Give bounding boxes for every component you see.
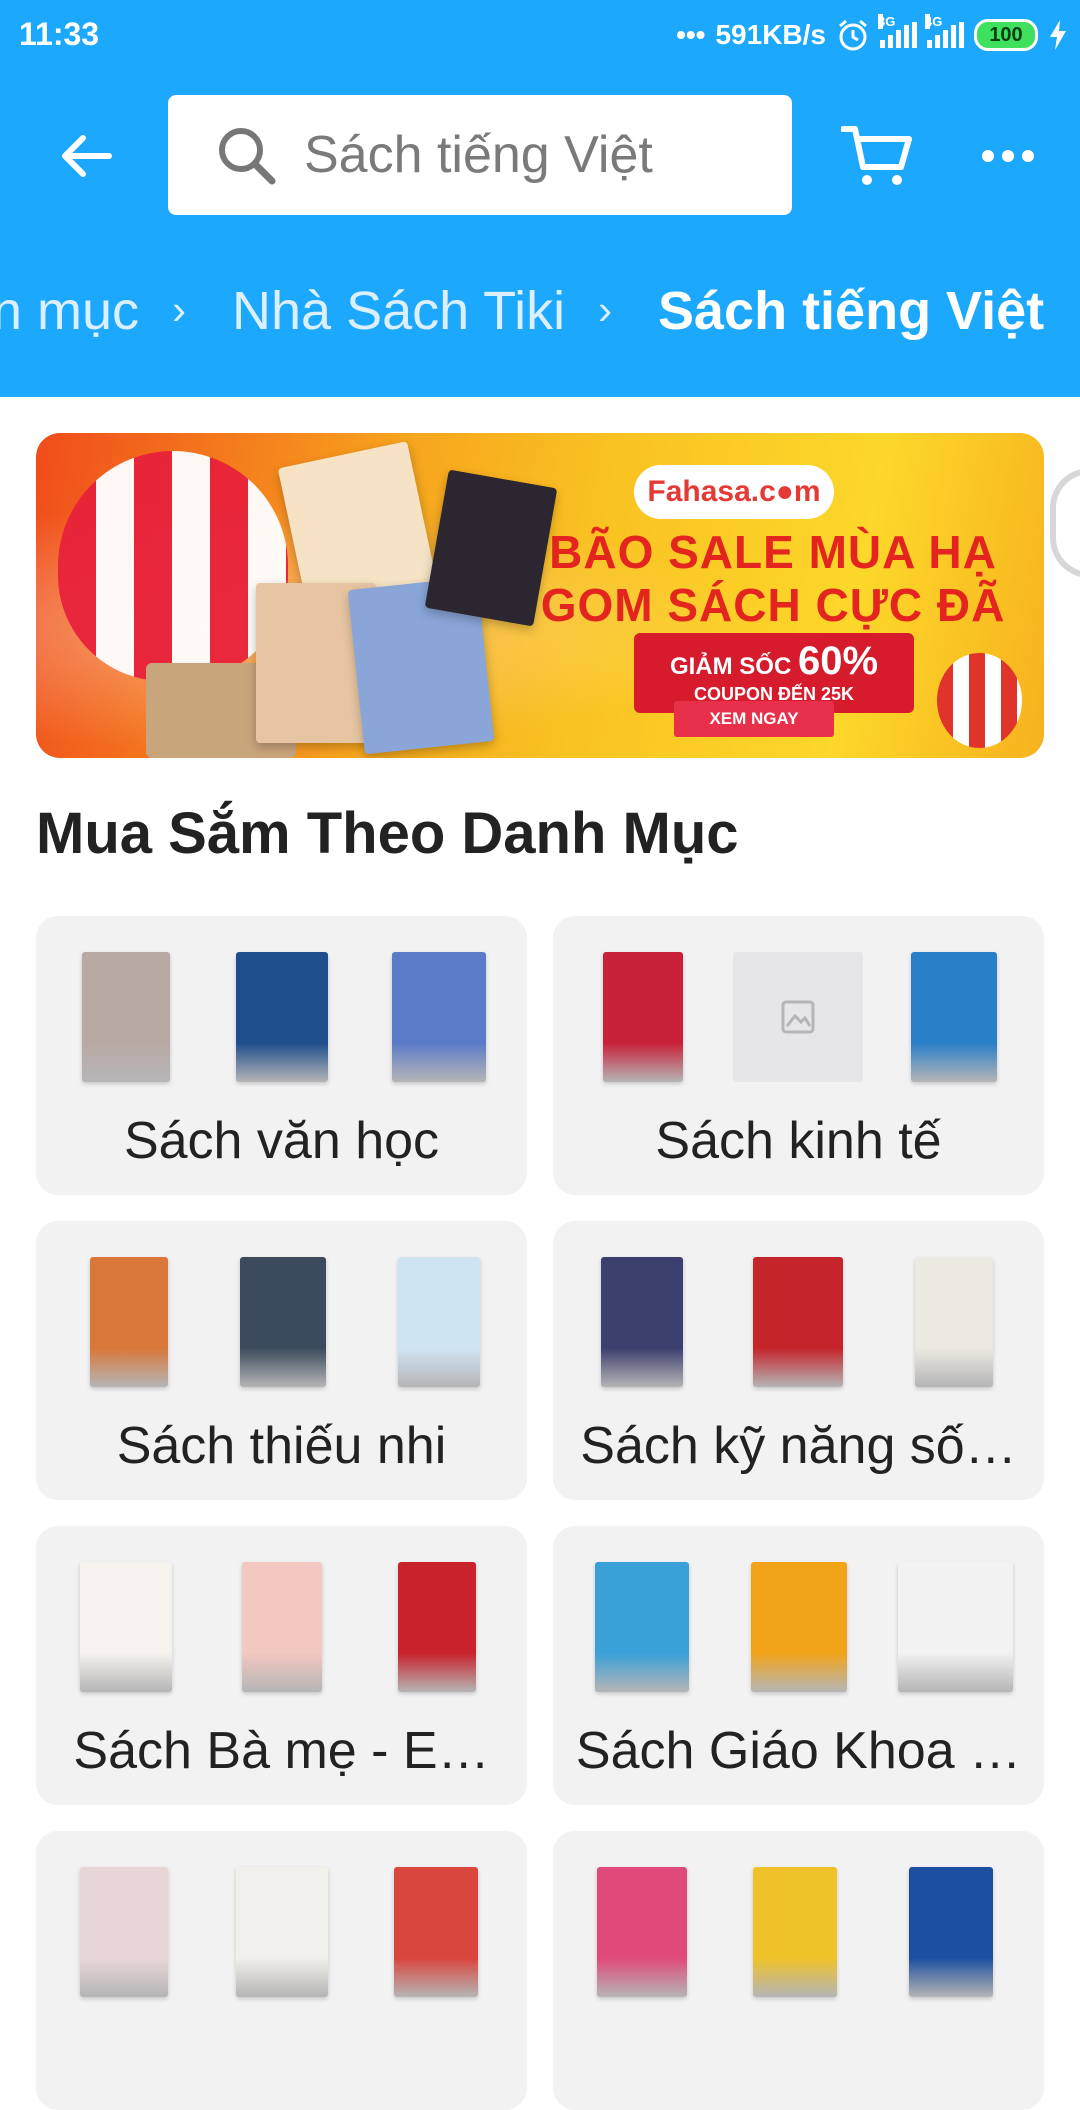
category-card[interactable] (36, 1831, 527, 2110)
category-card[interactable]: Sách kinh tế (553, 916, 1044, 1195)
discount-line: GIẢM SỐC 60% (634, 639, 914, 684)
promo-banner[interactable]: Fahasa.c●m BÃO SALE MÙA HẠ GOM SÁCH CỰC … (36, 433, 1044, 758)
charging-icon (1050, 20, 1066, 50)
book-thumbnail (911, 952, 997, 1082)
book-thumbnail (242, 1562, 322, 1692)
alarm-icon (839, 19, 867, 51)
category-card[interactable]: Sách văn học (36, 916, 527, 1195)
back-button[interactable] (44, 115, 126, 197)
book-thumbnail (753, 1257, 843, 1387)
book-thumbnail (898, 1562, 1013, 1692)
category-thumbs (36, 1257, 527, 1387)
category-label: Sách văn học (123, 1112, 440, 1170)
book-thumbnail (909, 1867, 993, 1997)
book-thumbnail (753, 1867, 837, 1997)
search-icon (206, 115, 286, 195)
more-horizontal-icon (982, 150, 1034, 162)
category-card[interactable]: Sách kỹ năng số… (553, 1221, 1044, 1500)
battery-icon: 100 (974, 19, 1038, 51)
book-thumbnail (240, 1257, 326, 1387)
book-thumbnail (595, 1562, 689, 1692)
cart-icon (841, 126, 912, 185)
category-label: Sách Giáo Khoa … (575, 1722, 1022, 1780)
search-input[interactable] (304, 125, 784, 185)
book-thumbnail (392, 952, 486, 1082)
book-thumbnail (90, 1257, 168, 1387)
category-thumbs (553, 1257, 1044, 1387)
book-thumbnail (597, 1867, 687, 1997)
book-thumbnail (80, 1562, 172, 1692)
book-thumbnail (398, 1257, 480, 1387)
category-thumbs (36, 1867, 527, 1997)
book-thumbnail (80, 1867, 168, 1997)
book-thumbnail (915, 1257, 993, 1387)
category-label: Sách kỹ năng số… (580, 1417, 1017, 1475)
chevron-right-icon: › (172, 286, 186, 333)
section-title: Mua Sắm Theo Danh Mục (36, 801, 739, 866)
category-label: Sách kinh tế (655, 1112, 942, 1170)
book-thumbnail (601, 1257, 683, 1387)
signal-4g-icon: 4G (925, 14, 964, 48)
book-thumbnail (603, 952, 683, 1082)
book-thumbnail (236, 952, 328, 1082)
category-thumbs (36, 1562, 527, 1692)
discount-value: 60% (797, 639, 879, 683)
category-thumbs (553, 952, 1044, 1082)
small-balloon-illustration (937, 653, 1022, 748)
chevron-right-icon: › (598, 286, 612, 333)
banner-cta-button[interactable]: XEM NGAY (674, 701, 834, 737)
app-header: 11:33 ••• 591KB/s 3G 4G 100 Sách tiếng V… (0, 0, 1080, 397)
status-bar: 11:33 ••• 591KB/s 3G 4G 100 (0, 0, 1080, 72)
category-card[interactable]: Sách thiếu nhi (36, 1221, 527, 1500)
status-time: 11:33 (19, 16, 100, 52)
net-speed: 591KB/s (715, 19, 826, 50)
brand-logo: Fahasa.c●m (634, 465, 834, 519)
toolbar (0, 95, 1080, 215)
image-placeholder-icon (733, 952, 863, 1082)
breadcrumb-item-tiki-bookstore[interactable]: Nhà Sách Tiki (232, 280, 565, 342)
category-card[interactable]: Sách Bà mẹ - E… (36, 1526, 527, 1805)
book-thumbnail (398, 1562, 476, 1692)
category-thumbs (553, 1867, 1044, 1997)
breadcrumb-item-categories[interactable]: n mục (0, 280, 139, 342)
promo-headline-2: GOM SÁCH CỰC ĐÃ (540, 579, 1006, 631)
category-label: Sách thiếu nhi (116, 1417, 447, 1475)
promo-headline-1: BÃO SALE MÙA HẠ (549, 526, 997, 578)
category-card[interactable] (553, 1831, 1044, 2110)
status-icons: ••• 591KB/s 3G 4G 100 (676, 14, 1068, 56)
category-label: Sách Bà mẹ - E… (73, 1722, 490, 1780)
book-thumbnail (82, 952, 170, 1082)
arrow-left-icon (62, 135, 112, 177)
carousel-next-peek[interactable] (1050, 468, 1080, 578)
book-thumbnail (751, 1562, 847, 1692)
breadcrumb-item-current: Sách tiếng Việt (658, 281, 1045, 341)
discount-prefix: GIẢM SỐC (669, 653, 792, 680)
balloon-illustration (58, 451, 288, 681)
category-thumbs (553, 1562, 1044, 1692)
book-thumbnail (236, 1867, 328, 1997)
more-button[interactable] (970, 120, 1046, 192)
signal-3g-icon: 3G (878, 14, 917, 48)
cart-button[interactable] (836, 115, 918, 197)
net-dots-icon: ••• (676, 19, 706, 50)
book-thumbnail (394, 1867, 478, 1997)
search-bar[interactable] (168, 95, 792, 215)
category-thumbs (36, 952, 527, 1082)
breadcrumb: n mục › Nhà Sách Tiki › Sách tiếng Việt (0, 270, 1080, 360)
category-card[interactable]: Sách Giáo Khoa … (553, 1526, 1044, 1805)
